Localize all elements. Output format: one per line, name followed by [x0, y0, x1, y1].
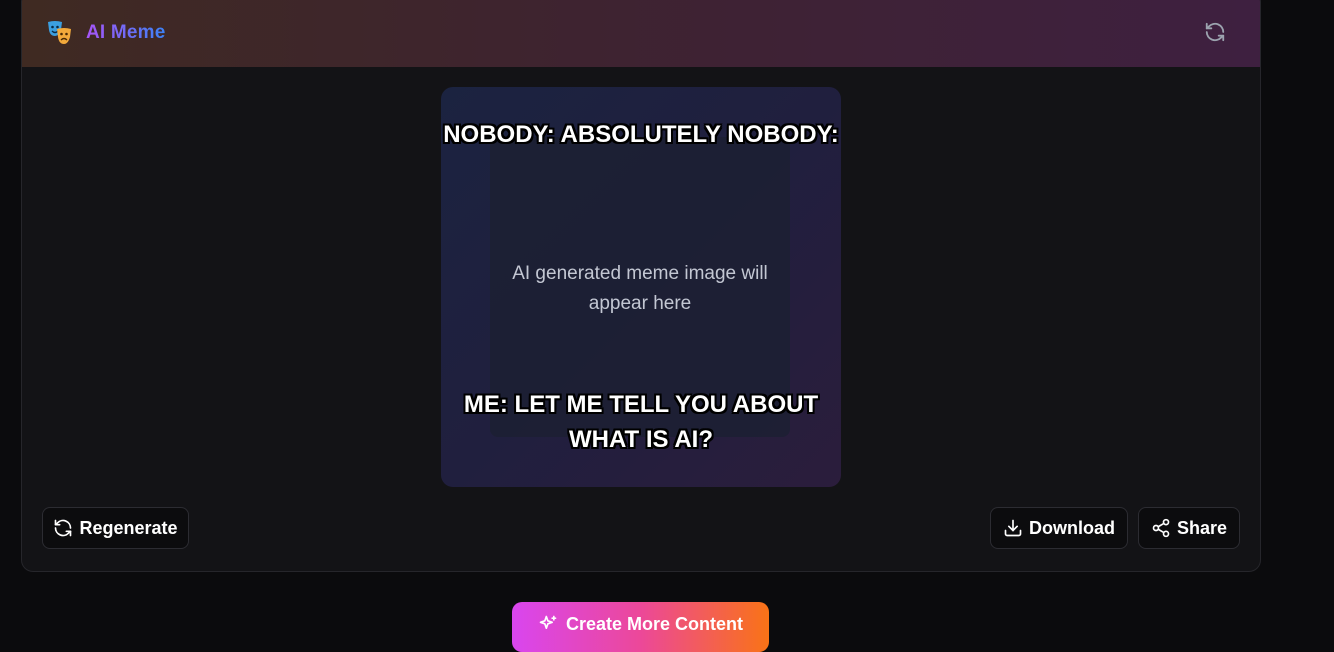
sparkles-icon: [539, 615, 557, 629]
meme-top-text: NOBODY: ABSOLUTELY NOBODY:: [443, 121, 839, 148]
meme-card: AI Meme AI generated meme image will app…: [21, 0, 1261, 572]
refresh-icon[interactable]: [1204, 21, 1226, 43]
meme-bottom-text: ME: LET ME TELL YOU ABOUT WHAT IS AI?: [463, 391, 819, 453]
brand: AI Meme: [46, 19, 166, 47]
download-label: Download: [1029, 517, 1115, 538]
meme-placeholder-text: AI generated meme image will appear here: [512, 263, 768, 314]
refresh-icon: [55, 519, 72, 537]
meme-preview: AI generated meme image will appear here…: [441, 87, 841, 487]
share-icon: [1152, 518, 1170, 538]
theater-masks-icon: [48, 21, 71, 44]
create-more-content-button[interactable]: Create More Content: [512, 602, 769, 652]
card-header: AI Meme: [22, 0, 1260, 67]
share-label: Share: [1176, 517, 1228, 538]
download-icon: [1004, 519, 1022, 537]
app-title: AI Meme: [86, 22, 166, 43]
share-button[interactable]: Share: [1138, 507, 1240, 549]
regenerate-label: Regenerate: [79, 517, 178, 538]
download-button[interactable]: Download: [990, 507, 1128, 549]
regenerate-button[interactable]: Regenerate: [42, 507, 189, 549]
